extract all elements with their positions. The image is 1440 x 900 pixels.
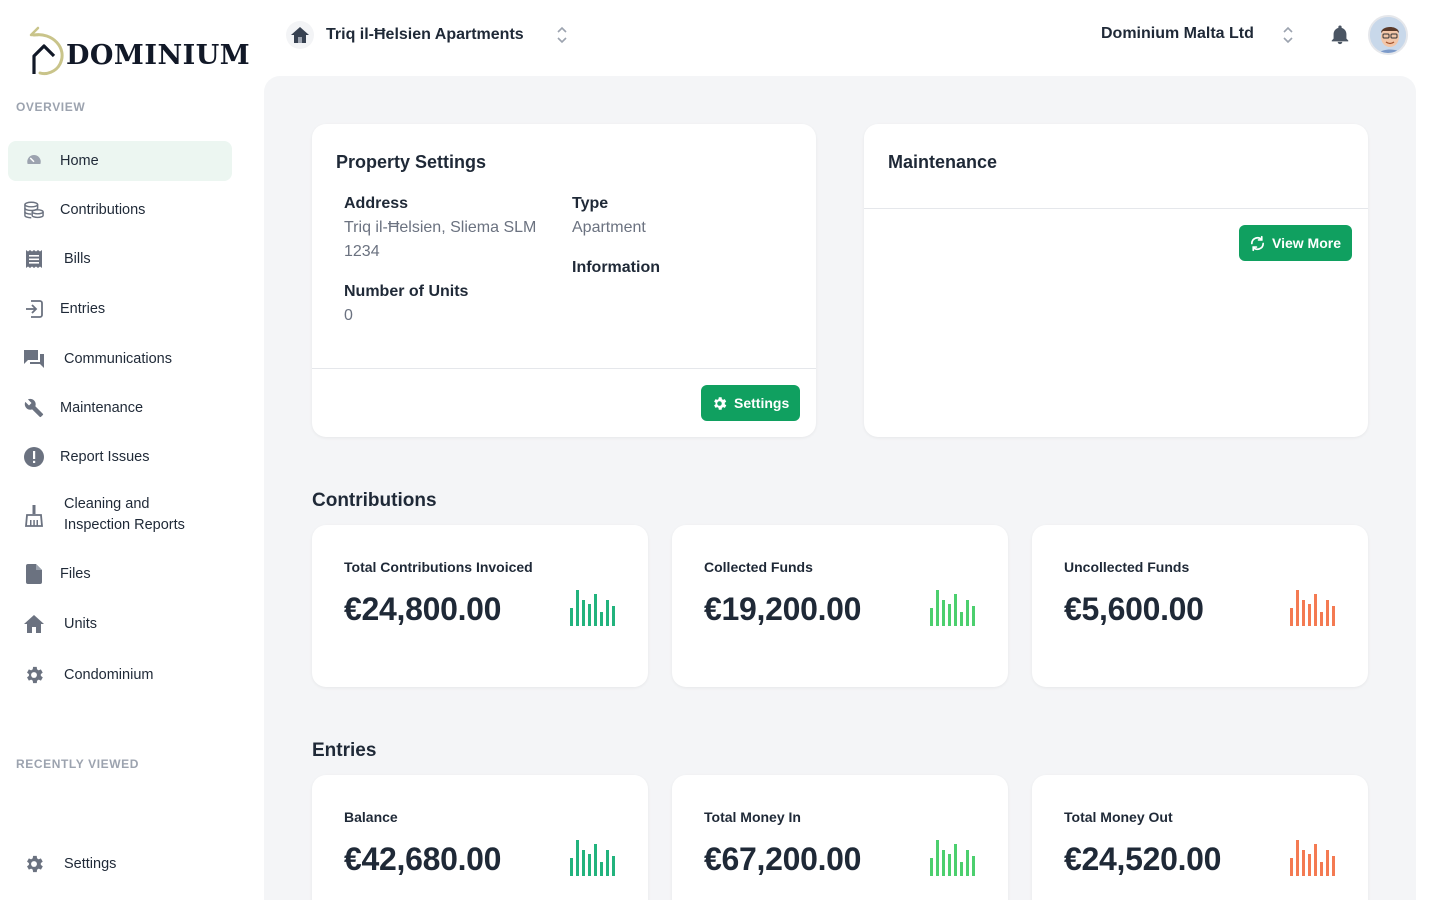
bell-icon[interactable]	[1329, 24, 1351, 46]
overview-section-label: OVERVIEW	[16, 100, 86, 114]
property-settings-card: Property Settings Address Triq il-Ħelsie…	[312, 124, 816, 437]
user-avatar[interactable]	[1368, 15, 1408, 55]
sidebar-item-label: Units	[64, 615, 98, 632]
recently-viewed-section-label: RECENTLY VIEWED	[16, 757, 140, 771]
card-title: Maintenance	[888, 152, 998, 172]
sidebar-item-label: Home	[60, 152, 99, 169]
property-name: Triq il-Ħelsien Apartments	[326, 26, 524, 43]
card-title: Property Settings	[336, 152, 487, 172]
stat-card-uncollected-funds[interactable]: Uncollected Funds €5,600.00	[1032, 525, 1368, 687]
house-icon	[286, 21, 314, 49]
stat-value: €5,600.00	[1064, 591, 1204, 627]
sidebar-item-maintenance[interactable]: Maintenance	[8, 388, 232, 428]
refresh-icon	[1250, 235, 1265, 251]
stat-label: Total Money In	[704, 809, 801, 825]
receipt-icon	[22, 247, 46, 271]
file-icon	[22, 562, 46, 586]
sidebar-item-label: Cleaning and	[64, 496, 150, 512]
maintenance-card: Maintenance View More	[864, 124, 1368, 437]
entry-icon	[22, 297, 46, 321]
sidebar-item-label: Files	[60, 565, 91, 582]
sidebar-item-label: Condominium	[64, 666, 154, 683]
sidebar-item-cleaning-inspection-reports[interactable]: Cleaning and Inspection Reports	[8, 490, 232, 542]
sparkline-bars-icon	[930, 590, 976, 626]
view-more-button[interactable]: View More	[1239, 225, 1352, 261]
contributions-heading: Contributions	[312, 490, 437, 511]
sidebar-item-report-issues[interactable]: Report Issues	[8, 437, 232, 477]
units-value: 0	[344, 307, 353, 324]
view-more-button-label: View More	[1272, 235, 1341, 251]
chat-icon	[22, 347, 46, 371]
alert-icon	[22, 445, 46, 469]
gauge-icon	[22, 149, 46, 173]
gear-icon	[22, 663, 46, 687]
settings-button-label: Settings	[734, 395, 790, 411]
gear-icon	[714, 396, 727, 410]
organization-switcher[interactable]: Dominium Malta Ltd	[1101, 25, 1254, 43]
stat-value: €24,520.00	[1064, 841, 1222, 877]
broom-icon	[22, 504, 46, 528]
address-value-line1: Triq il-Ħelsien, Sliema SLM	[344, 219, 537, 236]
wrench-icon	[22, 396, 46, 420]
sidebar-item-label: Contributions	[60, 201, 146, 218]
sidebar-item-label: Communications	[64, 350, 172, 367]
stat-value: €19,200.00	[704, 591, 862, 627]
gear-icon	[22, 852, 46, 876]
units-label: Number of Units	[344, 283, 469, 300]
brand-name: DOMINIUM	[66, 40, 251, 71]
sidebar-item-settings[interactable]: Settings	[8, 844, 232, 884]
property-switcher[interactable]: Triq il-Ħelsien Apartments	[286, 18, 524, 52]
sidebar-item-home[interactable]: Home	[8, 141, 232, 181]
stat-value: €42,680.00	[344, 841, 502, 877]
dominium-logo[interactable]: DOMINIUM	[28, 20, 250, 76]
sidebar-item-label: Settings	[64, 855, 117, 872]
type-value: Apartment	[572, 219, 646, 236]
sidebar-item-contributions[interactable]: Contributions	[8, 190, 232, 230]
sidebar-item-condominium[interactable]: Condominium	[8, 655, 232, 695]
entries-heading: Entries	[312, 740, 377, 761]
chevron-up-down-icon[interactable]	[556, 26, 568, 44]
stat-card-total-money-in[interactable]: Total Money In €67,200.00	[672, 775, 1008, 900]
sidebar: DOMINIUM OVERVIEW Home Contributions Bil…	[0, 0, 250, 900]
sparkline-bars-icon	[1290, 840, 1336, 876]
address-label: Address	[344, 195, 409, 212]
divider	[864, 208, 1368, 209]
stat-label: Total Money Out	[1064, 809, 1173, 825]
settings-button[interactable]: Settings	[701, 385, 800, 421]
sidebar-item-label: Report Issues	[60, 448, 150, 465]
chevron-up-down-icon[interactable]	[1282, 26, 1294, 44]
sidebar-item-communications[interactable]: Communications	[8, 339, 232, 379]
sidebar-item-files[interactable]: Files	[8, 554, 232, 594]
stat-card-total-contributions-invoiced[interactable]: Total Contributions Invoiced €24,800.00	[312, 525, 648, 687]
type-label: Type	[572, 195, 609, 212]
sidebar-item-units[interactable]: Units	[8, 604, 232, 644]
stat-label: Collected Funds	[704, 559, 813, 575]
home-icon	[22, 612, 46, 636]
sparkline-bars-icon	[1290, 590, 1336, 626]
stat-label: Uncollected Funds	[1064, 559, 1190, 575]
sidebar-item-label: Entries	[60, 300, 106, 317]
divider	[312, 368, 816, 369]
information-label: Information	[572, 259, 660, 276]
stat-card-total-money-out[interactable]: Total Money Out €24,520.00	[1032, 775, 1368, 900]
sidebar-item-entries[interactable]: Entries	[8, 289, 232, 329]
sparkline-bars-icon	[570, 590, 616, 626]
stat-value: €24,800.00	[344, 591, 502, 627]
stat-label: Balance	[344, 809, 398, 825]
stat-value: €67,200.00	[704, 841, 862, 877]
stat-card-balance[interactable]: Balance €42,680.00	[312, 775, 648, 900]
sidebar-item-label: Maintenance	[60, 399, 144, 416]
sidebar-item-bills[interactable]: Bills	[8, 239, 232, 279]
sidebar-item-label: Bills	[64, 250, 91, 267]
address-value-line2: 1234	[344, 243, 380, 260]
stat-card-collected-funds[interactable]: Collected Funds €19,200.00	[672, 525, 1008, 687]
stat-label: Total Contributions Invoiced	[344, 559, 533, 575]
logo-house-icon	[29, 26, 64, 76]
sparkline-bars-icon	[930, 840, 976, 876]
sidebar-item-label-line2: Inspection Reports	[64, 517, 185, 533]
coins-icon	[22, 198, 46, 222]
sparkline-bars-icon	[570, 840, 616, 876]
